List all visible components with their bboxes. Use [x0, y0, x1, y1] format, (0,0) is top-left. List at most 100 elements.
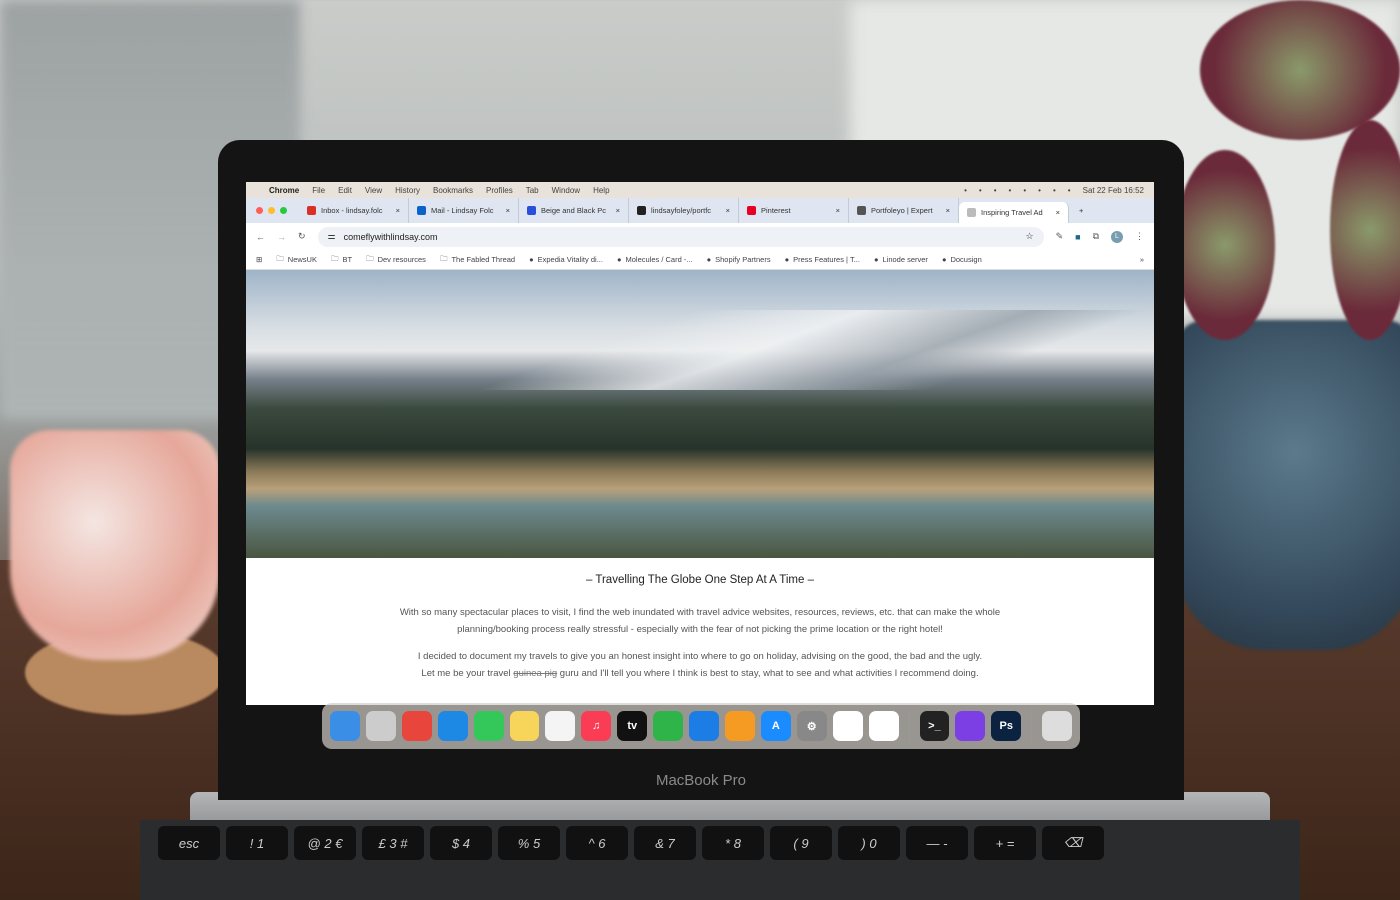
- new-tab-button[interactable]: +: [1079, 206, 1083, 215]
- dock-github-desktop-icon[interactable]: [955, 711, 986, 741]
- tab-close-icon[interactable]: ×: [506, 206, 510, 215]
- menu-history[interactable]: History: [395, 186, 420, 195]
- close-window-button[interactable]: [256, 207, 263, 214]
- tab-site[interactable]: Inspiring Travel Ad ×: [959, 202, 1069, 223]
- globe-icon: ●: [616, 255, 622, 264]
- paragraph-line: I decided to document my travels to give…: [417, 651, 983, 662]
- control-center-icon[interactable]: •: [1068, 186, 1071, 195]
- dock-notes-icon[interactable]: [509, 711, 540, 741]
- bookmark-newsuk[interactable]: 🗀 NewsUK: [276, 253, 317, 266]
- bookmark-shopify-partners[interactable]: ● Shopify Partners: [707, 255, 771, 264]
- bookmark-linode-server[interactable]: ● Linode server: [874, 255, 928, 264]
- more-menu-icon[interactable]: ⋮: [1135, 231, 1144, 242]
- bookmark-dev-resources[interactable]: 🗀 Dev resources: [366, 253, 426, 266]
- datetime[interactable]: Sat 22 Feb 16:52: [1083, 186, 1144, 195]
- tab-close-icon[interactable]: ×: [946, 206, 950, 215]
- menu-view[interactable]: View: [365, 186, 382, 195]
- extension-icon[interactable]: ■: [1075, 232, 1080, 242]
- dock-messages-icon[interactable]: [473, 711, 504, 741]
- tab-outlook[interactable]: Mail - Lindsay Folc ×: [409, 198, 519, 223]
- key: — -: [906, 826, 968, 860]
- menu-bookmarks[interactable]: Bookmarks: [433, 186, 473, 195]
- bluetooth-icon[interactable]: •: [979, 186, 982, 195]
- battery-icon[interactable]: •: [1009, 186, 1012, 195]
- dock-freeform-icon[interactable]: [545, 711, 576, 741]
- profile-avatar[interactable]: L: [1111, 230, 1123, 243]
- bookmark-expedia-vitality-di-[interactable]: ● Expedia Vitality di...: [529, 255, 603, 264]
- dock-trash-icon[interactable]: [1042, 711, 1073, 741]
- key: esc: [158, 826, 220, 860]
- tab-title: Inbox - lindsay.folc: [321, 206, 383, 215]
- url-text[interactable]: comeflywithlindsay.com: [344, 232, 438, 242]
- tab-gmail[interactable]: Inbox - lindsay.folc ×: [299, 198, 409, 223]
- tab-pinterest[interactable]: Pinterest ×: [739, 198, 849, 223]
- tab-close-icon[interactable]: ×: [1056, 208, 1060, 217]
- menu-window[interactable]: Window: [552, 186, 580, 195]
- dock-music-icon[interactable]: ♫: [581, 711, 612, 741]
- dock-launchpad-icon[interactable]: [365, 711, 396, 741]
- dock-slack-icon[interactable]: [832, 711, 863, 741]
- wifi-icon[interactable]: •: [1023, 186, 1026, 195]
- dock-keynote-icon[interactable]: [689, 711, 719, 741]
- site-icon: [967, 208, 976, 217]
- site-settings-icon[interactable]: ⚌: [328, 231, 336, 242]
- dock-app-store-icon[interactable]: A: [760, 711, 791, 741]
- bookmark-label: Shopify Partners: [715, 255, 771, 264]
- bookmark-star-icon[interactable]: ☆: [1026, 231, 1034, 242]
- key: * 8: [702, 826, 764, 860]
- tab-close-icon[interactable]: ×: [396, 206, 400, 215]
- zoom-window-button[interactable]: [280, 207, 287, 214]
- bookmarks-overflow-button[interactable]: »: [1140, 255, 1144, 264]
- menu-tab[interactable]: Tab: [526, 186, 539, 195]
- dock-safari-icon[interactable]: [437, 711, 468, 741]
- dock-tv-icon[interactable]: tv: [617, 711, 648, 741]
- forward-icon[interactable]: →: [277, 232, 286, 242]
- display-icon[interactable]: •: [994, 186, 997, 195]
- bookmark-press-features-t-[interactable]: ● Press Features | T...: [785, 255, 860, 264]
- outlook-icon: [417, 206, 426, 215]
- address-bar[interactable]: ⚌ comeflywithlindsay.com ☆: [317, 226, 1044, 247]
- tab-title: Pinterest: [761, 206, 791, 215]
- bookmark-label: Linode server: [882, 255, 928, 264]
- dock-numbers-icon[interactable]: [653, 711, 684, 741]
- bookmark-docusign[interactable]: ● Docusign: [942, 255, 982, 264]
- plant-leaf: [1200, 0, 1400, 140]
- back-icon[interactable]: ←: [256, 232, 265, 242]
- dock-system-settings-icon[interactable]: ⚙: [796, 711, 827, 741]
- apps-grid-icon[interactable]: ⊞: [256, 255, 262, 264]
- tab-github[interactable]: lindsayfoley/portfc ×: [629, 198, 739, 223]
- menu-edit[interactable]: Edit: [338, 186, 352, 195]
- second-paragraph: I decided to document my travels to give…: [380, 648, 1020, 682]
- key: ! 1: [226, 826, 288, 860]
- keyboard-icon[interactable]: •: [1038, 186, 1041, 195]
- dock-vscode-icon[interactable]: [868, 711, 899, 741]
- tab-canva[interactable]: Beige and Black Pc ×: [519, 198, 629, 223]
- plant-leaf: [1330, 120, 1400, 340]
- vitality-icon: ●: [529, 255, 534, 264]
- pen-extension-icon[interactable]: ✎: [1056, 231, 1064, 242]
- menu-help[interactable]: Help: [593, 186, 609, 195]
- bookmark-bt[interactable]: 🗀 BT: [331, 253, 352, 266]
- dock-separator: [908, 709, 910, 743]
- tab-title: lindsayfoley/portfc: [651, 206, 712, 215]
- tab-close-icon[interactable]: ×: [726, 206, 730, 215]
- tab-close-icon[interactable]: ×: [616, 206, 620, 215]
- minimize-window-button[interactable]: [268, 207, 275, 214]
- screen-sharing-icon[interactable]: •: [964, 186, 967, 195]
- menu-chrome[interactable]: Chrome: [269, 186, 299, 195]
- menu-file[interactable]: File: [312, 186, 325, 195]
- search-icon[interactable]: •: [1053, 186, 1056, 195]
- tab-close-icon[interactable]: ×: [836, 206, 840, 215]
- bookmark-the-fabled-thread[interactable]: 🗀 The Fabled Thread: [440, 253, 515, 266]
- tab-globe[interactable]: Portfoleyo | Expert ×: [849, 198, 959, 223]
- reload-icon[interactable]: ↻: [298, 231, 306, 242]
- bookmarks-bar: ⊞ 🗀 NewsUK 🗀 BT 🗀 Dev resources 🗀 The Fabled Th…: [246, 250, 1154, 270]
- bookmark-molecules-card-[interactable]: ● Molecules / Card -...: [617, 255, 693, 264]
- extensions-puzzle-icon[interactable]: ⧉: [1093, 231, 1099, 242]
- dock-terminal-icon[interactable]: >_: [919, 711, 950, 741]
- menu-profiles[interactable]: Profiles: [486, 186, 513, 195]
- dock-chrome-icon[interactable]: [401, 711, 432, 741]
- dock-pages-icon[interactable]: [724, 711, 755, 741]
- dock-photoshop-icon[interactable]: Ps: [991, 711, 1022, 741]
- dock-finder-icon[interactable]: [330, 711, 360, 741]
